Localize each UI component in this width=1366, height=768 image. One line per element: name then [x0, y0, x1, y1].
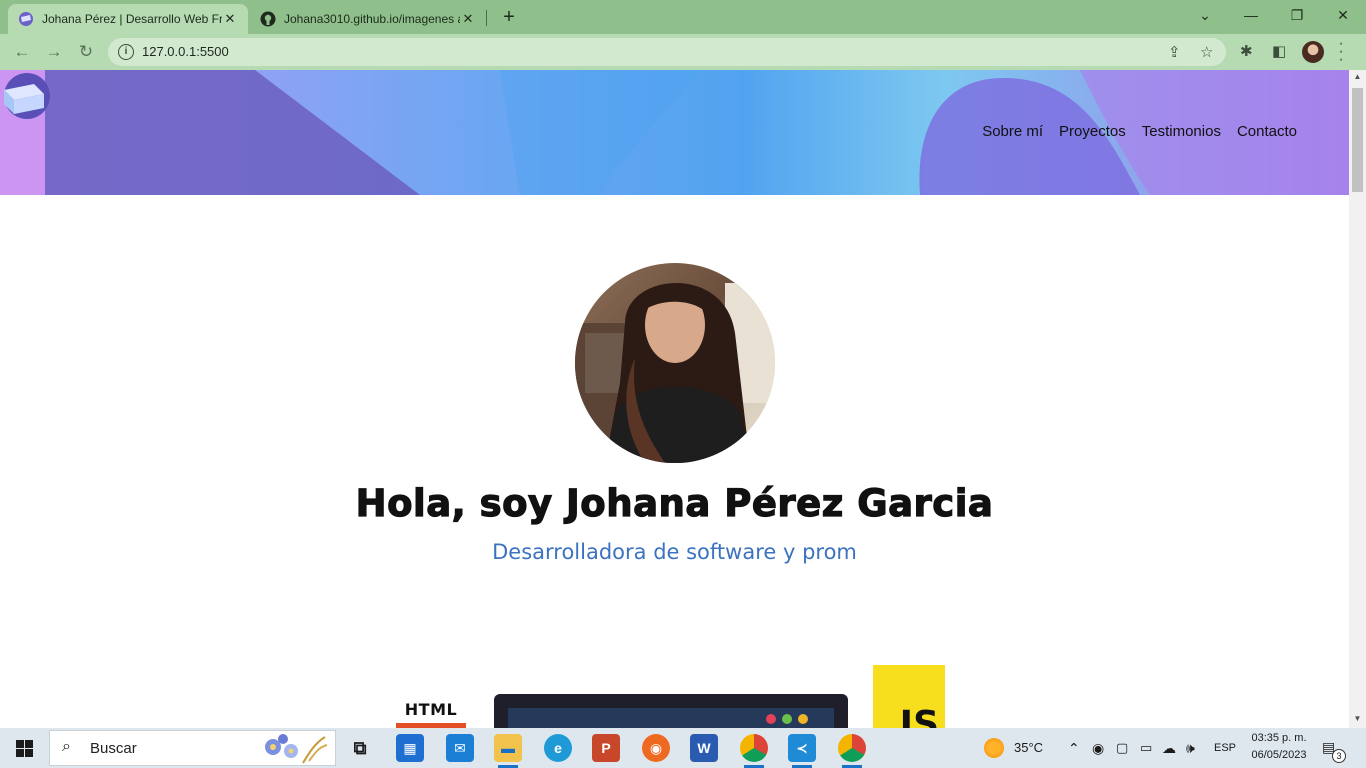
- site-logo[interactable]: [0, 70, 52, 122]
- window-dot-red: [766, 714, 776, 724]
- chrome-icon[interactable]: [740, 734, 768, 768]
- page-scrollbar[interactable]: ▲ ▼: [1349, 70, 1366, 728]
- js-logo-text: JS: [899, 704, 939, 728]
- file-explorer-icon[interactable]: ▬: [494, 734, 522, 768]
- nav-link-testimonios[interactable]: Testimonios: [1142, 123, 1221, 140]
- scroll-up-arrow-icon[interactable]: ▲: [1349, 72, 1366, 81]
- page-subtitle: Desarrolladora de software y prom: [492, 540, 857, 564]
- monitor-illustration: [494, 694, 848, 728]
- browser-toolbar: ← → ↻ i 127.0.0.1:5500 ⇪ ☆ ✱ ◧: [0, 34, 1366, 70]
- side-panel-icon[interactable]: ◧: [1272, 42, 1286, 60]
- more-menu-icon[interactable]: · · ·: [1336, 36, 1346, 68]
- browser-tab-strip: Johana Pérez | Desarrollo Web Fr ✕ Johan…: [0, 0, 1366, 34]
- tab-title: Johana3010.github.io/imagenes a: [284, 12, 460, 26]
- site-info-icon[interactable]: i: [118, 44, 134, 60]
- taskbar: ⌕ Buscar ⧉ ▦ ✉ ▬ e P ◉ W ≺ 35°C ⌃ ◉ ▢ ▭ …: [0, 728, 1366, 768]
- search-highlight-flowers-icon: [265, 734, 328, 764]
- tab-title: Johana Pérez | Desarrollo Web Fr: [42, 12, 222, 26]
- scroll-down-arrow-icon[interactable]: ▼: [1349, 714, 1366, 723]
- weather-sun-icon[interactable]: [984, 738, 1004, 758]
- new-tab-button[interactable]: +: [498, 6, 520, 28]
- system-clock[interactable]: 03:35 p. m. 06/05/2023: [1244, 730, 1314, 764]
- word-icon[interactable]: W: [690, 734, 718, 762]
- language-indicator[interactable]: ESP: [1214, 728, 1236, 768]
- window-dot-yellow: [798, 714, 808, 724]
- close-tab-icon[interactable]: ✕: [460, 11, 476, 27]
- firefox-icon[interactable]: ◉: [642, 734, 670, 762]
- mail-icon[interactable]: ✉: [446, 734, 474, 762]
- page-title: Hola, soy Johana Pérez Garcia: [355, 481, 994, 525]
- windows-start-icon[interactable]: [16, 740, 33, 757]
- close-icon[interactable]: ✕: [1320, 0, 1366, 30]
- nav-link-contacto[interactable]: Contacto: [1237, 123, 1297, 140]
- scrollbar-thumb[interactable]: [1352, 88, 1363, 192]
- address-bar[interactable]: i 127.0.0.1:5500 ⇪ ☆: [108, 38, 1226, 66]
- browser-tab-portfolio[interactable]: Johana Pérez | Desarrollo Web Fr ✕: [8, 4, 248, 34]
- notification-count: 3: [1332, 749, 1346, 763]
- portfolio-logo-icon: [18, 11, 34, 27]
- extensions-puzzle-icon[interactable]: ✱: [1240, 42, 1253, 60]
- microsoft-store-icon[interactable]: ▦: [396, 734, 424, 762]
- reload-icon[interactable]: ↻: [74, 40, 98, 64]
- nav-link-proyectos[interactable]: Proyectos: [1059, 123, 1126, 140]
- vscode-icon[interactable]: ≺: [788, 734, 816, 768]
- chrome-profile-icon[interactable]: [838, 734, 866, 768]
- profile-avatar[interactable]: [1302, 41, 1324, 63]
- url-text: 127.0.0.1:5500: [142, 44, 229, 59]
- battery-icon[interactable]: ▭: [1140, 728, 1152, 768]
- search-icon: ⌕: [62, 738, 71, 755]
- powerpoint-icon[interactable]: P: [592, 734, 620, 762]
- github-icon: [260, 11, 276, 27]
- onedrive-cloud-icon[interactable]: ☁: [1162, 728, 1176, 768]
- browser-tab-github[interactable]: Johana3010.github.io/imagenes a ✕: [250, 4, 486, 34]
- site-header: Sobre mí Proyectos Testimonios Contacto: [0, 70, 1349, 195]
- close-tab-icon[interactable]: ✕: [222, 11, 238, 27]
- chevron-down-icon[interactable]: ⌄: [1182, 0, 1228, 30]
- chevron-up-icon[interactable]: ⌃: [1068, 728, 1080, 768]
- clock-time: 03:35 p. m.: [1251, 732, 1307, 744]
- window-dot-green: [782, 714, 792, 724]
- main-nav: Sobre mí Proyectos Testimonios Contacto: [982, 123, 1297, 140]
- edge-browser-icon[interactable]: e: [544, 734, 572, 762]
- bookmark-star-icon[interactable]: ☆: [1200, 43, 1213, 61]
- restore-icon[interactable]: ❐: [1274, 0, 1320, 30]
- back-arrow-icon[interactable]: ←: [10, 40, 34, 64]
- profile-photo: [575, 263, 775, 463]
- page-viewport: Sobre mí Proyectos Testimonios Contacto …: [0, 70, 1349, 728]
- tab-divider: [486, 10, 487, 26]
- weather-temperature[interactable]: 35°C: [1014, 728, 1043, 768]
- html-logo-text: HTML: [404, 700, 458, 719]
- notification-center-icon[interactable]: ▤ 3: [1322, 739, 1346, 763]
- taskbar-search-box[interactable]: ⌕ Buscar: [49, 730, 336, 766]
- record-icon[interactable]: ◉: [1092, 728, 1104, 768]
- meet-now-icon[interactable]: ▢: [1116, 728, 1128, 768]
- html-skill-logo: HTML: [396, 700, 466, 728]
- task-view-icon[interactable]: ⧉: [346, 734, 374, 762]
- nav-link-sobre-mi[interactable]: Sobre mí: [982, 123, 1043, 140]
- share-icon[interactable]: ⇪: [1168, 43, 1181, 61]
- clock-date: 06/05/2023: [1251, 749, 1307, 761]
- minimize-icon[interactable]: —: [1228, 0, 1274, 30]
- search-placeholder: Buscar: [90, 739, 137, 757]
- volume-icon[interactable]: 🕪: [1186, 728, 1195, 768]
- js-skill-logo: JS: [873, 665, 945, 728]
- forward-arrow-icon[interactable]: →: [42, 40, 66, 64]
